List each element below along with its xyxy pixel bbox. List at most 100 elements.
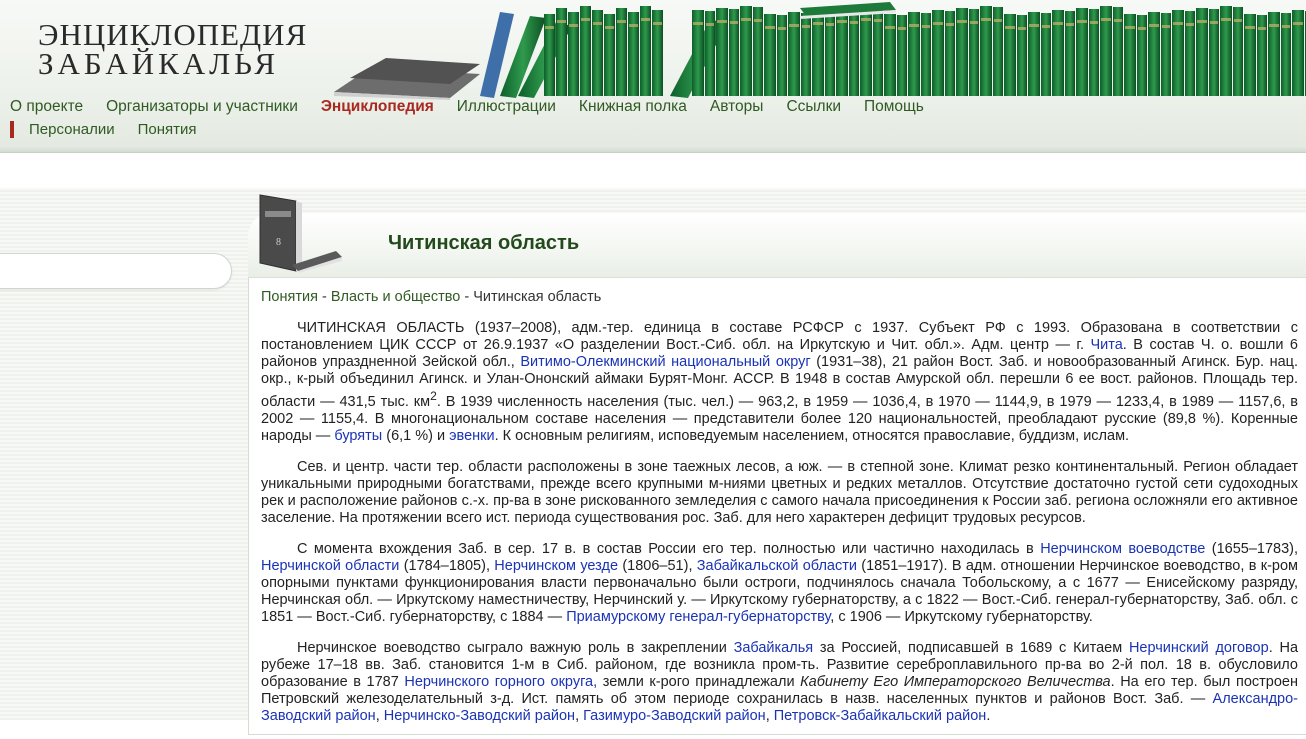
book-spine-band	[909, 24, 919, 27]
nav-organizers[interactable]: Организаторы и участники	[106, 98, 298, 116]
link-nerchinsk-mining-district[interactable]: Нерчинского горного округа,	[404, 674, 597, 690]
link-priamursky-gg[interactable]: Приамурскому генерал-губернаторству	[566, 609, 830, 625]
book-spine-band	[557, 20, 566, 23]
book-spine-band	[933, 22, 943, 25]
book-spine-band	[837, 20, 847, 23]
book-spine-band	[1197, 20, 1207, 23]
book-spine-band	[706, 23, 714, 26]
text: (1784–1805),	[399, 557, 495, 574]
link-nerchinsk-uyezd[interactable]: Нерчинском уезде	[494, 558, 618, 574]
nav-authors[interactable]: Авторы	[710, 98, 764, 116]
book-spine-band	[693, 22, 703, 25]
book-spine-band	[994, 19, 1002, 22]
book-spine-band	[885, 26, 895, 29]
book-spine-band	[1269, 24, 1279, 27]
nav-bookshelf[interactable]: Книжная полка	[579, 98, 687, 116]
book-spine-band	[1029, 24, 1039, 27]
book-spine-band	[1210, 21, 1218, 24]
book-spine-band	[1245, 26, 1255, 29]
book-spine-band	[826, 23, 834, 26]
article-body: ЧИТИНСКАЯ ОБЛАСТЬ (1937–2008), адм.-тер.…	[261, 320, 1298, 739]
link-evenks[interactable]: эвенки	[449, 428, 494, 444]
text: , с 1906 — Иркутскому губернаторству.	[830, 608, 1093, 625]
article-paragraph-1: ЧИТИНСКАЯ ОБЛАСТЬ (1937–2008), адм.-тер.…	[261, 320, 1298, 445]
main-nav: О проекте Организаторы и участники Энцик…	[10, 98, 924, 116]
book-spine-band	[1258, 27, 1266, 30]
book-spine-band	[778, 27, 786, 30]
subnav-persons[interactable]: Персоналии	[29, 121, 115, 138]
book-spine-band	[754, 19, 762, 22]
book-spine-band	[765, 26, 775, 29]
text: . К основным религиям, исповедуемым насе…	[494, 427, 1130, 444]
book-spine-band	[1221, 18, 1231, 21]
text: Сев. и центр. части тер. области располо…	[261, 458, 1298, 526]
book-spine-band	[1053, 22, 1063, 25]
book-spine-band	[850, 21, 858, 24]
link-buryats[interactable]: буряты	[334, 428, 382, 444]
book-spine-band	[617, 20, 626, 23]
text: ,	[375, 707, 384, 724]
text: С момента вхождения Заб. в сер. 17 в. в …	[297, 540, 1041, 557]
text: (6,1 %) и	[382, 427, 450, 444]
breadcrumb: Понятия - Власть и общество - Читинская …	[261, 289, 601, 305]
book-spine-band	[1090, 21, 1098, 24]
book-spine-band	[922, 25, 930, 28]
link-nerchinsko-zavodsky[interactable]: Нерчинско-Заводский район	[384, 708, 575, 724]
book-spine-band	[653, 22, 662, 25]
book-spine-band	[1282, 25, 1290, 28]
page-title: Читинская область	[388, 232, 580, 254]
book-spine-band	[946, 23, 954, 26]
book-spine-band	[1234, 19, 1242, 22]
book-spine-band	[1005, 26, 1015, 29]
text: Нерчинское воеводство сыграло важную рол…	[297, 639, 734, 656]
link-chita[interactable]: Чита	[1090, 337, 1122, 353]
text: ,	[765, 707, 774, 724]
nav-about[interactable]: О проекте	[10, 98, 83, 116]
text: (1655–1783),	[1205, 540, 1299, 557]
link-nerchinsk-voivodeship[interactable]: Нерчинском воеводстве	[1040, 541, 1205, 557]
breadcrumb-power-society[interactable]: Власть и общество	[331, 289, 461, 305]
book-spine-band	[1186, 23, 1194, 26]
book-spine-band	[1077, 20, 1087, 23]
book-spine-band	[970, 21, 978, 24]
nav-help[interactable]: Помощь	[864, 98, 924, 116]
book-spine-band	[593, 22, 602, 25]
book-spine-band	[898, 27, 906, 30]
article-paragraph-4: Нерчинское воеводство сыграло важную рол…	[261, 640, 1298, 725]
book-spine-band	[981, 18, 991, 21]
breadcrumb-separator: -	[460, 289, 474, 305]
book-spine-band	[874, 19, 882, 22]
link-zabaikalskaya-oblast[interactable]: Забайкальской области	[697, 558, 857, 574]
book-spine-band	[1138, 27, 1146, 30]
link-nerchinsk-treaty[interactable]: Нерчинский договор	[1129, 640, 1269, 656]
text: ,	[575, 707, 584, 724]
link-petrovsk-zabaikalsky[interactable]: Петровск-Забайкальский район	[774, 708, 987, 724]
site-logo[interactable]: ЭНЦИКЛОПЕДИЯ ЗАБАЙКАЛЬЯ	[38, 19, 307, 79]
book-spine-band	[1162, 25, 1170, 28]
book-spine-band	[861, 18, 871, 21]
link-zabaikalye[interactable]: Забайкалья	[734, 640, 814, 656]
text: земли к-рого принадлежали	[597, 673, 801, 690]
book-spine-band	[957, 20, 967, 23]
book-icon: 8	[259, 194, 342, 273]
nav-links[interactable]: Ссылки	[786, 98, 841, 116]
breadcrumb-concepts[interactable]: Понятия	[261, 289, 318, 305]
book-spine-band	[741, 18, 751, 21]
subnav-concepts[interactable]: Понятия	[138, 121, 197, 138]
nav-encyclopedia[interactable]: Энциклопедия	[321, 98, 434, 116]
book-spine-band	[802, 25, 810, 28]
book-spine-band	[730, 21, 738, 24]
book-spine-band	[1293, 22, 1303, 25]
sub-nav: Персоналии Понятия	[10, 121, 197, 138]
book-spine-band	[1173, 22, 1183, 25]
breadcrumb-separator: -	[317, 289, 331, 305]
book-spine-band	[1101, 18, 1111, 21]
nav-illustrations[interactable]: Иллюстрации	[457, 98, 556, 116]
text: (1806–51),	[618, 557, 697, 574]
sidebar-search-box[interactable]	[0, 253, 232, 289]
link-gazimuro-zavodsky[interactable]: Газимуро-Заводский район	[583, 708, 766, 724]
link-nerchinsk-oblast[interactable]: Нерчинской области	[261, 558, 399, 574]
article-paragraph-2: Сев. и центр. части тер. области располо…	[261, 459, 1298, 527]
link-vitimo-olekminsky[interactable]: Витимо-Олекминский национальный округ	[520, 354, 810, 370]
emphasis: Кабинету Его Императорского Величества	[800, 673, 1111, 690]
